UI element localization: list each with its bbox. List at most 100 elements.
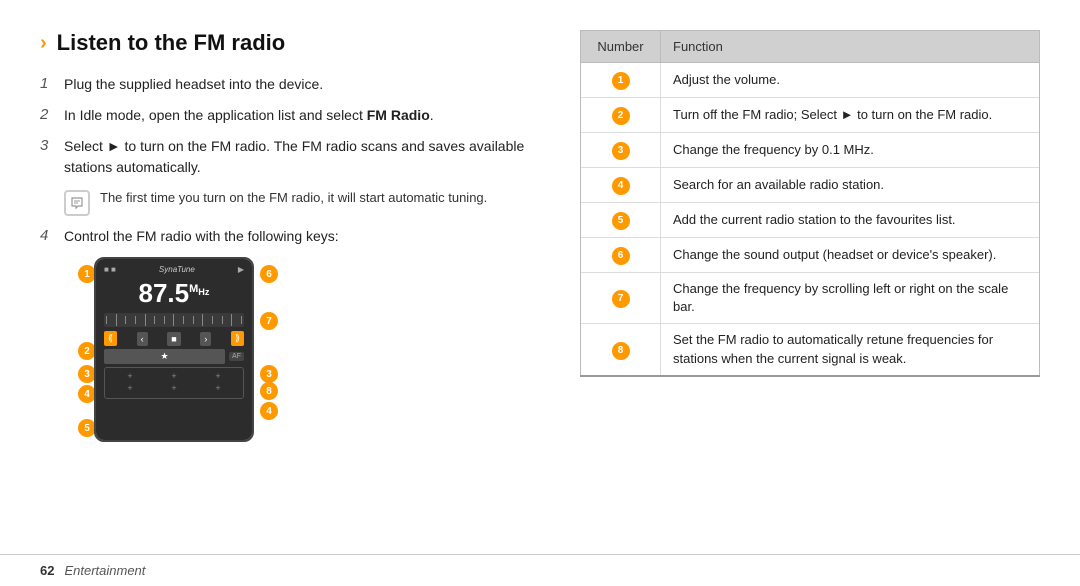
device-diagram: 1 6 7 2 3 3 8 4 4 5 ■ ■ — [64, 257, 284, 457]
step-4: 4 Control the FM radio with the followin… — [40, 226, 540, 247]
tick — [135, 316, 136, 324]
badge-3-right: 3 — [260, 365, 278, 383]
table-header-row: Number Function — [581, 31, 1040, 63]
table-row: 7 Change the frequency by scrolling left … — [581, 273, 1040, 324]
chevron-icon: › — [40, 32, 47, 55]
ctrl-rewind: ⟪ — [104, 331, 117, 346]
table-body: 1 Adjust the volume. 2 Turn off the FM radi… — [581, 63, 1040, 376]
table-row: 1 Adjust the volume. — [581, 63, 1040, 98]
tick — [164, 316, 165, 324]
tick — [202, 314, 203, 326]
fav-cell: + — [171, 383, 176, 393]
table-cell-number: 4 — [581, 168, 661, 203]
tick — [222, 316, 223, 324]
badge-8: 8 — [260, 382, 278, 400]
device-frame: ■ ■ SynaTune ▶ 87.5MHz — [94, 257, 254, 442]
page-title: Listen to the FM radio — [57, 30, 286, 56]
table-cell-function: Change the frequency by scrolling left o… — [661, 273, 1040, 324]
device-signal: ■ ■ — [104, 265, 116, 274]
freq-display: 87.5MHz — [104, 278, 244, 309]
step-2: 2 In Idle mode, open the application lis… — [40, 105, 540, 126]
device-time: ▶ — [238, 265, 244, 274]
af-badge: AF — [229, 352, 244, 361]
step-num-3: 3 — [40, 136, 54, 154]
scale-ticks — [104, 313, 244, 327]
step-text-3: Select ► to turn on the FM radio. The FM… — [64, 136, 540, 178]
steps-list: 1 Plug the supplied headset into the dev… — [40, 74, 540, 247]
table-cell-function: Turn off the FM radio; Select ► to turn … — [661, 98, 1040, 133]
table-row: 8 Set the FM radio to automatically retun… — [581, 324, 1040, 376]
badge-table-2: 2 — [612, 107, 630, 125]
note-svg — [70, 196, 84, 210]
step-text-2: In Idle mode, open the application list … — [64, 105, 434, 126]
ctrl-stop: ■ — [167, 332, 180, 346]
page-footer: 62 Entertainment — [0, 554, 1080, 586]
tick — [183, 316, 184, 324]
tick — [212, 316, 213, 324]
step-1: 1 Plug the supplied headset into the dev… — [40, 74, 540, 95]
controls-row-2: ★ AF — [104, 349, 244, 364]
table-cell-number: 8 — [581, 324, 661, 376]
step-text-1: Plug the supplied headset into the devic… — [64, 74, 323, 95]
badge-table-7: 7 — [612, 290, 630, 308]
fav-grid: + + + + + + — [104, 367, 244, 399]
freq-value: 87.5 — [139, 278, 190, 308]
page-number: 62 — [40, 563, 54, 578]
ctrl-ff: ⟫ — [231, 331, 244, 346]
ctrl-next: › — [200, 332, 211, 346]
table-cell-function: Adjust the volume. — [661, 63, 1040, 98]
badge-table-6: 6 — [612, 247, 630, 265]
badge-table-1: 1 — [612, 72, 630, 90]
badge-table-5: 5 — [612, 212, 630, 230]
tick — [241, 316, 242, 324]
function-table: Number Function 1 Adjust the volume. 2 Turn… — [580, 30, 1040, 377]
device-brand: SynaTune — [159, 265, 195, 274]
table-row: 3 Change the frequency by 0.1 MHz. — [581, 133, 1040, 168]
tick — [125, 316, 126, 324]
table-row: 5Add the current radio station to the fa… — [581, 203, 1040, 238]
page-label: Entertainment — [64, 563, 145, 578]
table-cell-function: Change the sound output (headset or devi… — [661, 238, 1040, 273]
table-row: 2 Turn off the FM radio; Select ► to turn… — [581, 98, 1040, 133]
scale-bar — [104, 313, 244, 327]
table-cell-number: 2 — [581, 98, 661, 133]
fav-cell: + — [215, 383, 220, 393]
tick — [231, 314, 232, 326]
tick — [106, 316, 107, 324]
col-number: Number — [581, 31, 661, 63]
tick — [116, 314, 117, 326]
badge-table-8: 8 — [612, 342, 630, 360]
badge-table-3: 3 — [612, 142, 630, 160]
table-cell-number: 7 — [581, 273, 661, 324]
tick — [145, 314, 146, 326]
ctrl-fav1: ★ — [104, 349, 225, 364]
note-box: The first time you turn on the FM radio,… — [64, 188, 540, 216]
note-icon — [64, 190, 90, 216]
table-cell-function: Set the FM radio to automatically retune… — [661, 324, 1040, 376]
device-top-bar: ■ ■ SynaTune ▶ — [104, 265, 244, 274]
tick — [173, 314, 174, 326]
table-cell-function: Search for an available radio station. — [661, 168, 1040, 203]
table-cell-number: 5 — [581, 203, 661, 238]
step-num-1: 1 — [40, 74, 54, 92]
col-function: Function — [661, 31, 1040, 63]
table-row: 4 Search for an available radio station. — [581, 168, 1040, 203]
tick — [154, 316, 155, 324]
badge-7: 7 — [260, 312, 278, 330]
badge-table-4: 4 — [612, 177, 630, 195]
right-column: Number Function 1 Adjust the volume. 2 Turn… — [580, 30, 1040, 544]
device-screen: ■ ■ SynaTune ▶ 87.5MHz — [96, 259, 252, 440]
fav-row-2: + + + — [108, 383, 240, 393]
step-3: 3 Select ► to turn on the FM radio. The … — [40, 136, 540, 178]
table-row: 6 Change the sound output (headset or dev… — [581, 238, 1040, 273]
ctrl-prev: ‹ — [137, 332, 148, 346]
section-header: › Listen to the FM radio — [40, 30, 540, 56]
table-cell-number: 3 — [581, 133, 661, 168]
left-column: › Listen to the FM radio 1 Plug the supp… — [40, 30, 540, 544]
fav-row-1: + + + — [108, 371, 240, 381]
fav-cell: + — [171, 371, 176, 381]
table-cell-function: Change the frequency by 0.1 MHz. — [661, 133, 1040, 168]
step-text-4: Control the FM radio with the following … — [64, 226, 339, 247]
fav-cell: + — [127, 383, 132, 393]
controls-row-1: ⟪ ‹ ■ › ⟫ — [104, 331, 244, 346]
